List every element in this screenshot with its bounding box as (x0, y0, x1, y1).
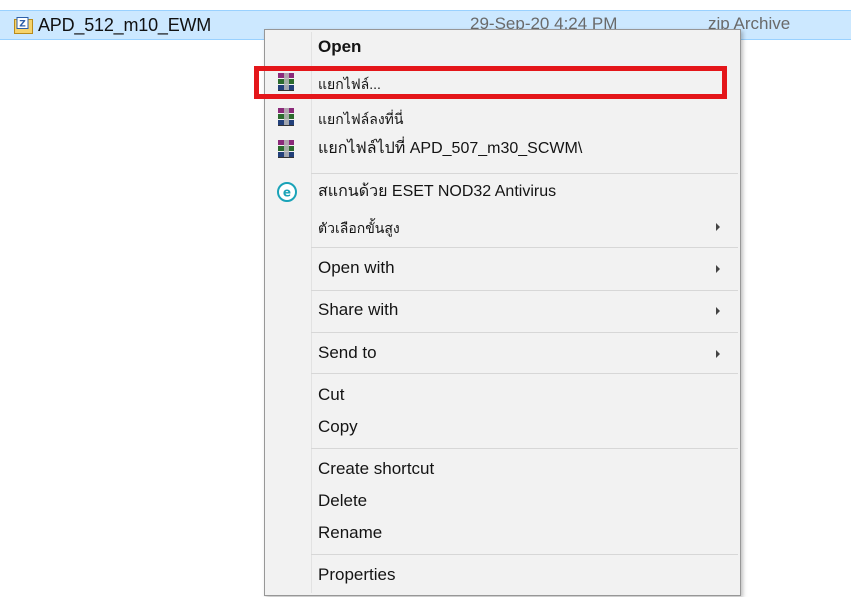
menu-item-create-shortcut[interactable]: Create shortcut (265, 454, 740, 484)
menu-item-extract-to[interactable]: แยกไฟล์ไปที่ APD_507_m30_SCWM\ (265, 134, 740, 164)
submenu-arrow-icon (716, 265, 720, 273)
menu-item-extract-here-label: แยกไฟล์ลงที่นี่ (318, 111, 404, 127)
menu-item-extract-files-label: แยกไฟล์... (318, 76, 381, 92)
menu-item-copy[interactable]: Copy (265, 412, 740, 442)
menu-item-share-with-label: Share with (318, 300, 399, 319)
menu-item-properties-label: Properties (318, 565, 396, 584)
menu-item-rename-label: Rename (318, 523, 383, 542)
menu-item-delete[interactable]: Delete (265, 486, 740, 516)
menu-separator (311, 173, 738, 174)
submenu-arrow-icon (716, 307, 720, 315)
menu-item-create-shortcut-label: Create shortcut (318, 459, 435, 478)
winrar-books-icon (278, 108, 294, 126)
menu-separator (311, 247, 738, 248)
menu-item-open[interactable]: Open (265, 32, 740, 62)
menu-item-open-with[interactable]: Open with (265, 253, 740, 283)
menu-item-open-label: Open (318, 37, 362, 56)
submenu-arrow-icon (716, 350, 720, 358)
menu-item-send-to[interactable]: Send to (265, 338, 740, 368)
svg-text:e: e (283, 186, 291, 200)
zip-archive-icon: Z (14, 17, 33, 34)
menu-item-copy-label: Copy (318, 417, 358, 436)
context-menu: Open แยกไฟล์... แยกไฟล์ลงที่นี่ แยกไฟล์ไ… (264, 29, 741, 596)
menu-separator (311, 290, 738, 291)
menu-item-properties[interactable]: Properties (265, 560, 740, 590)
menu-separator (311, 554, 738, 555)
menu-item-cut[interactable]: Cut (265, 380, 740, 410)
menu-item-advanced-options-label: ตัวเลือกขั้นสูง (318, 220, 400, 236)
menu-item-scan-eset[interactable]: e สแกนด้วย ESET NOD32 Antivirus (265, 177, 740, 207)
eset-antivirus-icon: e (277, 182, 297, 202)
menu-item-delete-label: Delete (318, 491, 368, 510)
menu-item-cut-label: Cut (318, 385, 345, 404)
menu-separator (311, 448, 738, 449)
menu-item-extract-here[interactable]: แยกไฟล์ลงที่นี่ (265, 102, 740, 132)
submenu-arrow-icon (716, 223, 720, 231)
menu-item-extract-files[interactable]: แยกไฟล์... (265, 67, 740, 97)
file-name: APD_512_m10_EWM (38, 15, 212, 35)
svg-text:Z: Z (19, 20, 26, 30)
menu-item-send-to-label: Send to (318, 343, 377, 362)
menu-item-advanced-options[interactable]: ตัวเลือกขั้นสูง (265, 211, 740, 241)
menu-item-extract-to-label: แยกไฟล์ไปที่ APD_507_m30_SCWM\ (318, 140, 583, 157)
menu-item-open-with-label: Open with (318, 258, 395, 277)
menu-item-rename[interactable]: Rename (265, 518, 740, 548)
menu-separator (311, 332, 738, 333)
menu-item-scan-eset-label: สแกนด้วย ESET NOD32 Antivirus (318, 183, 557, 200)
menu-separator (311, 373, 738, 374)
menu-item-share-with[interactable]: Share with (265, 295, 740, 325)
winrar-books-icon (278, 73, 294, 91)
winrar-books-icon (278, 140, 294, 158)
